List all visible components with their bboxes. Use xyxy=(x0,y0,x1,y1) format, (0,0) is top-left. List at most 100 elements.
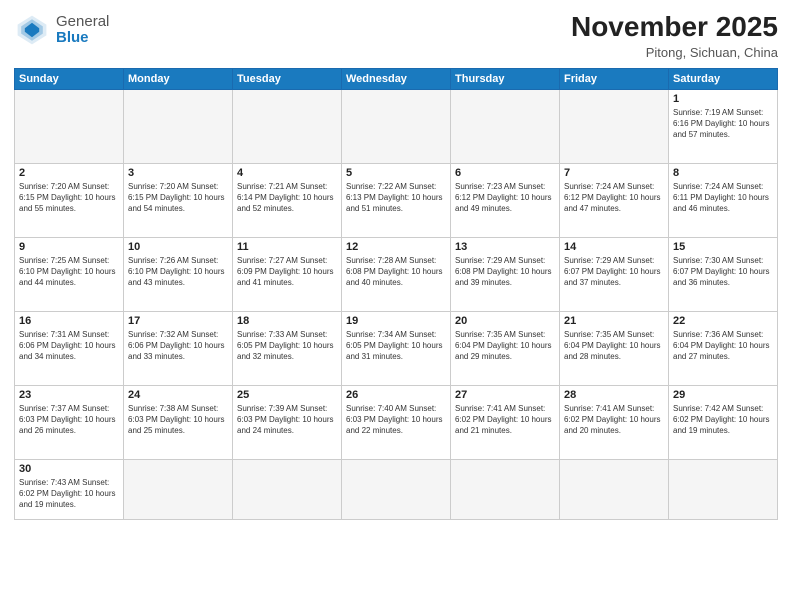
cell-info: Sunrise: 7:32 AM Sunset: 6:06 PM Dayligh… xyxy=(128,329,228,363)
title-block: November 2025 Pitong, Sichuan, China xyxy=(571,12,778,60)
day-number: 8 xyxy=(673,167,773,179)
table-row: 19 Sunrise: 7:34 AM Sunset: 6:05 PM Dayli… xyxy=(342,311,451,385)
table-row: 22Sunrise: 7:36 AM Sunset: 6:04 PM Dayli… xyxy=(669,311,778,385)
table-row xyxy=(233,459,342,519)
logo-general: General xyxy=(56,13,109,30)
logo-text: General Blue xyxy=(56,14,109,47)
day-number: 17 xyxy=(128,315,228,327)
cell-info: Sunrise: 7:29 AM Sunset: 6:08 PM Dayligh… xyxy=(455,255,555,289)
day-number: 3 xyxy=(128,167,228,179)
table-row: 15 Sunrise: 7:30 AM Sunset: 6:07 PM Dayli… xyxy=(669,237,778,311)
table-row xyxy=(560,89,669,163)
day-number: 23 xyxy=(19,389,119,401)
table-row xyxy=(451,89,560,163)
table-row: 29 Sunrise: 7:42 AM Sunset: 6:02 PM Dayli… xyxy=(669,385,778,459)
cell-info: Sunrise: 7:40 AM Sunset: 6:03 PM Dayligh… xyxy=(346,403,446,437)
location-subtitle: Pitong, Sichuan, China xyxy=(571,45,778,60)
day-number: 21 xyxy=(564,315,664,327)
col-thursday: Thursday xyxy=(451,68,560,89)
table-row: 30 Sunrise: 7:43 AM Sunset: 6:02 PM Dayli… xyxy=(15,459,124,519)
month-title: November 2025 xyxy=(571,12,778,43)
col-monday: Monday xyxy=(124,68,233,89)
day-number: 10 xyxy=(128,241,228,253)
cell-info: Sunrise: 7:35 AM Sunset: 6:04 PM Dayligh… xyxy=(564,329,664,363)
day-number: 15 xyxy=(673,241,773,253)
table-row: 11 Sunrise: 7:27 AM Sunset: 6:09 PM Dayli… xyxy=(233,237,342,311)
day-number: 18 xyxy=(237,315,337,327)
cell-info: Sunrise: 7:35 AM Sunset: 6:04 PM Dayligh… xyxy=(455,329,555,363)
table-row xyxy=(124,459,233,519)
cell-info: Sunrise: 7:20 AM Sunset: 6:15 PM Dayligh… xyxy=(19,181,119,215)
table-row: 5 Sunrise: 7:22 AM Sunset: 6:13 PM Daylig… xyxy=(342,163,451,237)
table-row: 16 Sunrise: 7:31 AM Sunset: 6:06 PM Dayli… xyxy=(15,311,124,385)
day-number: 28 xyxy=(564,389,664,401)
cell-info: Sunrise: 7:27 AM Sunset: 6:09 PM Dayligh… xyxy=(237,255,337,289)
cell-info: Sunrise: 7:43 AM Sunset: 6:02 PM Dayligh… xyxy=(19,477,119,511)
cell-info: Sunrise: 7:25 AM Sunset: 6:10 PM Dayligh… xyxy=(19,255,119,289)
cell-info: Sunrise: 7:26 AM Sunset: 6:10 PM Dayligh… xyxy=(128,255,228,289)
cell-info: Sunrise: 7:38 AM Sunset: 6:03 PM Dayligh… xyxy=(128,403,228,437)
table-row: 27Sunrise: 7:41 AM Sunset: 6:02 PM Dayli… xyxy=(451,385,560,459)
table-row: 21 Sunrise: 7:35 AM Sunset: 6:04 PM Dayli… xyxy=(560,311,669,385)
col-tuesday: Tuesday xyxy=(233,68,342,89)
day-number: 7 xyxy=(564,167,664,179)
table-row: 10 Sunrise: 7:26 AM Sunset: 6:10 PM Dayli… xyxy=(124,237,233,311)
table-row: 26 Sunrise: 7:40 AM Sunset: 6:03 PM Dayli… xyxy=(342,385,451,459)
day-number: 14 xyxy=(564,241,664,253)
table-row xyxy=(342,459,451,519)
table-row xyxy=(233,89,342,163)
calendar-header-row: Sunday Monday Tuesday Wednesday Thursday… xyxy=(15,68,778,89)
table-row: 25 Sunrise: 7:39 AM Sunset: 6:03 PM Dayli… xyxy=(233,385,342,459)
cell-info: Sunrise: 7:37 AM Sunset: 6:03 PM Dayligh… xyxy=(19,403,119,437)
table-row: 8 Sunrise: 7:24 AM Sunset: 6:11 PM Daylig… xyxy=(669,163,778,237)
day-number: 30 xyxy=(19,463,119,475)
day-number: 24 xyxy=(128,389,228,401)
cell-info: Sunrise: 7:20 AM Sunset: 6:15 PM Dayligh… xyxy=(128,181,228,215)
table-row xyxy=(15,89,124,163)
cell-info: Sunrise: 7:39 AM Sunset: 6:03 PM Dayligh… xyxy=(237,403,337,437)
day-number: 19 xyxy=(346,315,446,327)
day-number: 22 xyxy=(673,315,773,327)
cell-info: Sunrise: 7:30 AM Sunset: 6:07 PM Dayligh… xyxy=(673,255,773,289)
table-row: 6 Sunrise: 7:23 AM Sunset: 6:12 PM Daylig… xyxy=(451,163,560,237)
day-number: 27 xyxy=(455,389,555,401)
day-number: 1 xyxy=(673,93,773,105)
table-row: 18Sunrise: 7:33 AM Sunset: 6:05 PM Dayli… xyxy=(233,311,342,385)
table-row: 17 Sunrise: 7:32 AM Sunset: 6:06 PM Dayli… xyxy=(124,311,233,385)
table-row: 9Sunrise: 7:25 AM Sunset: 6:10 PM Daylig… xyxy=(15,237,124,311)
day-number: 29 xyxy=(673,389,773,401)
cell-info: Sunrise: 7:31 AM Sunset: 6:06 PM Dayligh… xyxy=(19,329,119,363)
day-number: 16 xyxy=(19,315,119,327)
table-row: 28 Sunrise: 7:41 AM Sunset: 6:02 PM Dayli… xyxy=(560,385,669,459)
cell-info: Sunrise: 7:41 AM Sunset: 6:02 PM Dayligh… xyxy=(564,403,664,437)
day-number: 26 xyxy=(346,389,446,401)
cell-info: Sunrise: 7:24 AM Sunset: 6:11 PM Dayligh… xyxy=(673,181,773,215)
table-row: 13 Sunrise: 7:29 AM Sunset: 6:08 PM Dayli… xyxy=(451,237,560,311)
day-number: 13 xyxy=(455,241,555,253)
table-row: 3 Sunrise: 7:20 AM Sunset: 6:15 PM Daylig… xyxy=(124,163,233,237)
col-saturday: Saturday xyxy=(669,68,778,89)
table-row xyxy=(669,459,778,519)
col-sunday: Sunday xyxy=(15,68,124,89)
day-number: 2 xyxy=(19,167,119,179)
table-row: 20 Sunrise: 7:35 AM Sunset: 6:04 PM Dayli… xyxy=(451,311,560,385)
day-number: 20 xyxy=(455,315,555,327)
day-number: 11 xyxy=(237,241,337,253)
day-number: 5 xyxy=(346,167,446,179)
cell-info: Sunrise: 7:34 AM Sunset: 6:05 PM Dayligh… xyxy=(346,329,446,363)
cell-info: Sunrise: 7:21 AM Sunset: 6:14 PM Dayligh… xyxy=(237,181,337,215)
table-row: 4Sunrise: 7:21 AM Sunset: 6:14 PM Daylig… xyxy=(233,163,342,237)
page: General Blue November 2025 Pitong, Sichu… xyxy=(0,0,792,612)
cell-info: Sunrise: 7:23 AM Sunset: 6:12 PM Dayligh… xyxy=(455,181,555,215)
cell-info: Sunrise: 7:19 AM Sunset: 6:16 PM Dayligh… xyxy=(673,107,773,141)
cell-info: Sunrise: 7:42 AM Sunset: 6:02 PM Dayligh… xyxy=(673,403,773,437)
logo-icon xyxy=(14,12,50,48)
header: General Blue November 2025 Pitong, Sichu… xyxy=(14,12,778,60)
day-number: 25 xyxy=(237,389,337,401)
cell-info: Sunrise: 7:22 AM Sunset: 6:13 PM Dayligh… xyxy=(346,181,446,215)
table-row xyxy=(342,89,451,163)
table-row xyxy=(451,459,560,519)
table-row: 2 Sunrise: 7:20 AM Sunset: 6:15 PM Daylig… xyxy=(15,163,124,237)
day-number: 6 xyxy=(455,167,555,179)
cell-info: Sunrise: 7:29 AM Sunset: 6:07 PM Dayligh… xyxy=(564,255,664,289)
